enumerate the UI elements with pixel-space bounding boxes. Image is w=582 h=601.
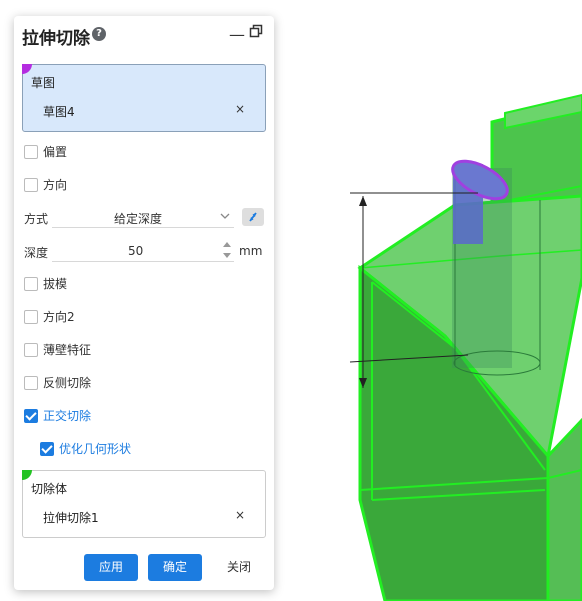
direction-label: 方向 <box>43 178 68 192</box>
chevron-down-icon <box>220 213 230 219</box>
cut-body-marker-icon <box>22 470 32 480</box>
direction-checkbox[interactable] <box>24 178 38 192</box>
offset-checkbox[interactable] <box>24 145 38 159</box>
depth-label: 深度 <box>24 246 49 260</box>
depth-value: 50 <box>128 244 144 258</box>
orthogonal-cut-label: 正交切除 <box>43 409 92 423</box>
direction2-checkbox[interactable] <box>24 310 38 324</box>
extrude-cut-panel: 拉伸切除 ? — 草图 草图4 × 偏置 方向 方式 给定深度 深度 50 mm… <box>14 16 274 590</box>
reverse-direction-button[interactable] <box>242 208 264 226</box>
sketch-selection-box[interactable]: 草图 草图4 × <box>22 64 266 132</box>
orthogonal-cut-checkbox[interactable] <box>24 409 38 423</box>
draft-checkbox[interactable] <box>24 277 38 291</box>
sketch-item[interactable]: 草图4 <box>43 103 75 120</box>
reverse-cut-checkbox[interactable] <box>24 376 38 390</box>
draft-label: 拔模 <box>43 277 68 291</box>
depth-stepper-icon[interactable] <box>222 240 232 260</box>
help-icon[interactable]: ? <box>92 27 106 41</box>
optimize-geometry-checkbox[interactable] <box>40 442 54 456</box>
thin-feature-label: 薄壁特征 <box>43 343 92 357</box>
cut-body-selection-box[interactable]: 切除体 拉伸切除1 × <box>22 470 266 538</box>
ok-button[interactable]: 确定 <box>148 554 202 581</box>
apply-button[interactable]: 应用 <box>84 554 138 581</box>
sketch-section-title: 草图 <box>31 76 56 90</box>
remove-cut-body-icon[interactable]: × <box>235 508 245 522</box>
panel-title: 拉伸切除 <box>22 29 90 49</box>
close-button[interactable]: 关闭 <box>212 554 266 581</box>
method-select[interactable]: 给定深度 <box>52 204 234 228</box>
reverse-cut-label: 反侧切除 <box>43 376 92 390</box>
reverse-direction-icon <box>249 212 257 222</box>
optimize-geometry-label: 优化几何形状 <box>59 442 132 456</box>
restore-window-icon[interactable] <box>249 24 263 38</box>
method-label: 方式 <box>24 212 49 226</box>
depth-unit: mm <box>239 244 263 258</box>
sketch-marker-icon <box>22 64 32 74</box>
depth-input[interactable]: 50 <box>52 238 234 262</box>
direction2-label: 方向2 <box>43 310 75 324</box>
thin-feature-checkbox[interactable] <box>24 343 38 357</box>
minimize-icon[interactable]: — <box>229 25 245 44</box>
remove-sketch-icon[interactable]: × <box>235 102 245 116</box>
offset-label: 偏置 <box>43 145 68 159</box>
cut-body-section-title: 切除体 <box>31 482 68 496</box>
cut-body-item[interactable]: 拉伸切除1 <box>43 509 99 526</box>
method-value: 给定深度 <box>114 212 163 226</box>
